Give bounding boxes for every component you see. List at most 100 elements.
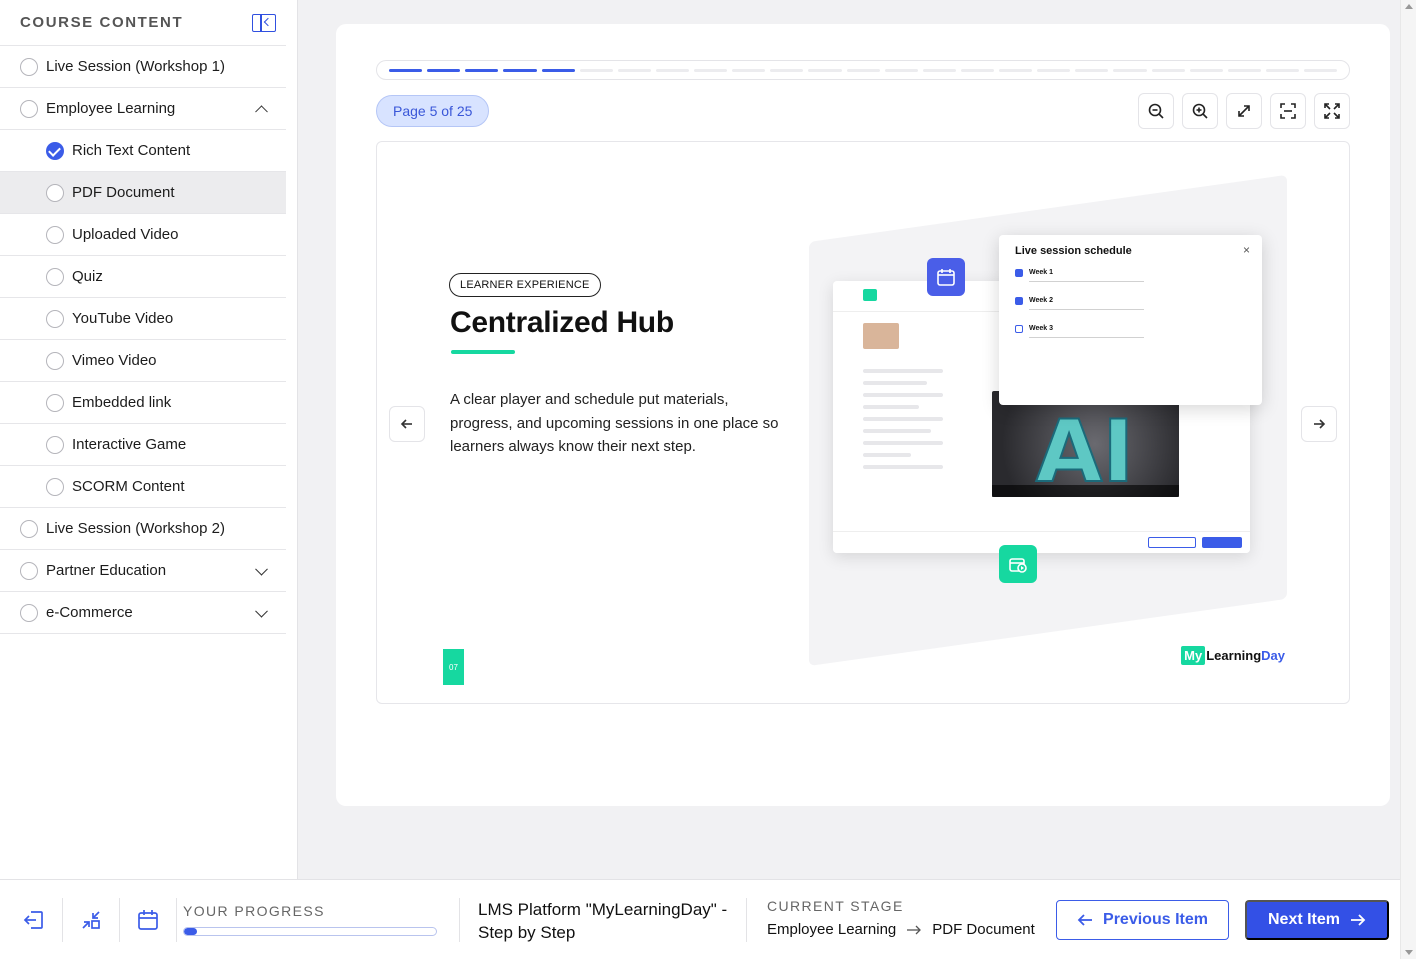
collapse-view-button[interactable]: [73, 902, 109, 938]
sidebar-item-label: SCORM Content: [72, 478, 185, 495]
status-radio-icon: [46, 351, 64, 370]
bottom-bar: YOUR PROGRESS LMS Platform "MyLearningDa…: [0, 879, 1400, 959]
schedule-button[interactable]: [130, 902, 166, 938]
page-segment: [1265, 68, 1299, 72]
previous-item-button[interactable]: Previous Item: [1056, 900, 1229, 940]
sidebar-item-label: Uploaded Video: [72, 226, 179, 243]
zoom-out-icon: [1148, 103, 1164, 119]
sidebar-item[interactable]: Employee Learning: [0, 88, 286, 130]
next-item-button[interactable]: Next Item: [1245, 900, 1389, 940]
page-segment: [655, 68, 689, 72]
sidebar-item[interactable]: e-Commerce: [0, 592, 286, 634]
page-segment: [960, 68, 994, 72]
sidebar-header: COURSE CONTENT: [0, 0, 286, 46]
sidebar-item[interactable]: YouTube Video: [0, 298, 286, 340]
page-segment: [1037, 68, 1071, 72]
sidebar-item-label: PDF Document: [72, 184, 175, 201]
current-stage-path: Employee Learning PDF Document: [767, 921, 1035, 938]
page-segment: [694, 68, 728, 72]
sidebar-item[interactable]: Rich Text Content: [0, 130, 286, 172]
status-radio-icon: [46, 267, 64, 286]
close-icon: ×: [1242, 243, 1250, 257]
exit-course-button[interactable]: [16, 902, 52, 938]
expand-button[interactable]: [1226, 93, 1262, 129]
live-session-schedule-card: Live session schedule × Week 1 ——————————…: [999, 235, 1262, 405]
page-scrollbar[interactable]: [1400, 0, 1416, 959]
sidebar-item[interactable]: Live Session (Workshop 2): [0, 508, 286, 550]
chevron-down-icon[interactable]: [255, 604, 268, 618]
page-segment: [1113, 68, 1147, 72]
page-segment: [427, 68, 461, 72]
sidebar-item[interactable]: PDF Document: [0, 172, 286, 214]
sidebar-item-label: Interactive Game: [72, 436, 187, 453]
fullscreen-button[interactable]: [1314, 93, 1350, 129]
fit-screen-button[interactable]: [1270, 93, 1306, 129]
page-segment: [1227, 68, 1261, 72]
page-segment: [808, 68, 842, 72]
title-underline: [451, 350, 515, 354]
status-radio-icon: [20, 519, 38, 538]
slide-next-button[interactable]: [1301, 406, 1337, 442]
page-segment: [1189, 68, 1223, 72]
zoom-out-button[interactable]: [1138, 93, 1174, 129]
brand-logo: My Learning Day: [1181, 646, 1285, 665]
course-tree: Live Session (Workshop 1) Employee Learni…: [0, 46, 286, 634]
page-segment: [617, 68, 651, 72]
chevron-down-icon[interactable]: [255, 562, 268, 576]
arrow-right-icon: [1351, 914, 1366, 926]
sidebar-item[interactable]: Embedded link: [0, 382, 286, 424]
calendar-icon: [138, 910, 158, 930]
slide-title: Centralized Hub: [450, 306, 674, 339]
sidebar-item[interactable]: SCORM Content: [0, 466, 286, 508]
sidebar-item[interactable]: Vimeo Video: [0, 340, 286, 382]
slide-description: A clear player and schedule put material…: [450, 391, 779, 455]
exit-icon: [23, 911, 43, 929]
completed-check-icon: [46, 141, 64, 160]
pdf-slide: LEARNER EXPERIENCE Centralized Hub A cle…: [376, 141, 1350, 704]
status-radio-icon: [20, 57, 38, 76]
page-segment: [999, 68, 1033, 72]
sidebar-item-label: Quiz: [72, 268, 103, 285]
svg-text:AI: AI: [1036, 402, 1135, 497]
progress-bar: [183, 927, 437, 936]
sidebar-item[interactable]: Live Session (Workshop 1): [0, 46, 286, 88]
page-segment: [1304, 68, 1338, 72]
page-segment: [846, 68, 880, 72]
status-radio-icon: [46, 435, 64, 454]
arrow-left-icon: [400, 419, 412, 429]
sidebar-item[interactable]: Interactive Game: [0, 424, 286, 466]
video-badge-icon: [999, 545, 1037, 583]
sidebar-item-label: Employee Learning: [46, 100, 176, 117]
sidebar-title: COURSE CONTENT: [20, 14, 184, 31]
sidebar-item-label: Partner Education: [46, 562, 167, 579]
schedule-title: Live session schedule: [1015, 245, 1132, 257]
zoom-in-button[interactable]: [1182, 93, 1218, 129]
sidebar-item[interactable]: Uploaded Video: [0, 214, 286, 256]
page-segment: [541, 68, 575, 72]
sidebar-item[interactable]: Quiz: [0, 256, 286, 298]
video-thumbnail: AI: [992, 391, 1179, 503]
arrow-left-icon: [1077, 914, 1093, 926]
status-radio-icon: [20, 561, 38, 580]
progress-label: YOUR PROGRESS: [183, 903, 325, 919]
page-segment: [732, 68, 766, 72]
status-radio-icon: [46, 309, 64, 328]
page-segment: [770, 68, 804, 72]
page-segment: [579, 68, 613, 72]
schedule-week-3: Week 3: [1029, 325, 1053, 332]
sidebar-item-label: Live Session (Workshop 2): [46, 520, 225, 537]
page-segment: [922, 68, 956, 72]
page-progress-track: [376, 60, 1350, 80]
current-stage-label: CURRENT STAGE: [767, 898, 904, 914]
status-radio-icon: [46, 225, 64, 244]
sidebar-item-label: Vimeo Video: [72, 352, 157, 369]
sidebar-item[interactable]: Partner Education: [0, 550, 286, 592]
course-sidebar: COURSE CONTENT Live Session (Workshop 1)…: [0, 0, 298, 879]
status-radio-icon: [46, 477, 64, 496]
slide-prev-button[interactable]: [389, 406, 425, 442]
status-radio-icon: [46, 393, 64, 412]
status-radio-icon: [46, 183, 64, 202]
collapse-sidebar-icon[interactable]: [252, 13, 276, 32]
chevron-up-icon[interactable]: [255, 104, 268, 118]
page-segment: [465, 68, 499, 72]
